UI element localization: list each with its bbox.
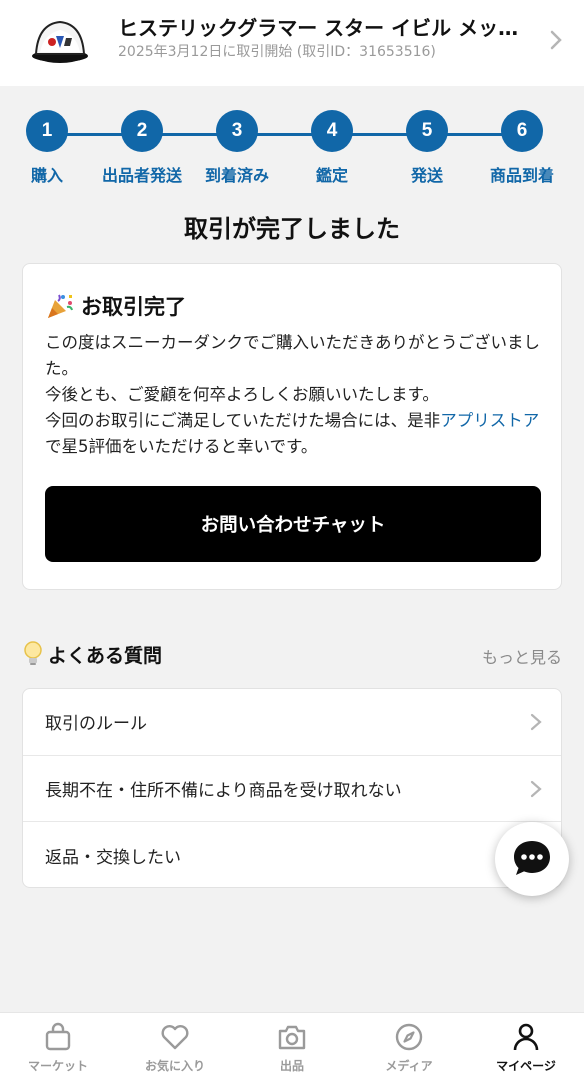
step-number: 4 (311, 110, 353, 152)
faq-title-group: よくある質問 (22, 640, 162, 668)
faq-item-label: 返品・交換したい (45, 847, 181, 868)
step-3: 3 到着済み (187, 110, 287, 186)
app-store-link[interactable]: アプリストア (440, 411, 539, 430)
nav-label: マイページ (496, 1059, 556, 1073)
step-number: 5 (406, 110, 448, 152)
card-message: この度はスニーカーダンクでご購入いただきありがとうございました。 今後とも、ご愛… (45, 330, 545, 460)
faq-title: よくある質問 (48, 644, 163, 667)
message-line-3: 今回のお取引にご満足していただけた場合には、是非アプリストアで星5評価をいただけ… (45, 408, 545, 460)
chevron-right-icon (530, 780, 542, 797)
step-label: 到着済み (204, 166, 269, 185)
bottom-navigation: マーケット お気に入り 出品 メディア マイページ (0, 1012, 584, 1080)
faq-list: 取引のルール 長期不在・住所不備により商品を受け取れない 返品・交換したい (22, 688, 562, 888)
step-label: 商品到着 (489, 166, 554, 185)
step-1: 1 購入 (0, 110, 97, 186)
heart-icon (161, 1025, 189, 1050)
step-number: 3 (216, 110, 258, 152)
faq-item-absence[interactable]: 長期不在・住所不備により商品を受け取れない (23, 756, 561, 822)
chevron-right-icon (530, 713, 542, 731)
step-number: 2 (121, 110, 163, 152)
step-5: 5 発送 (377, 110, 477, 186)
step-2: 2 出品者発送 (92, 110, 192, 186)
step-label: 購入 (30, 166, 63, 185)
faq-item-return[interactable]: 返品・交換したい (23, 822, 561, 887)
step-number: 6 (501, 110, 543, 152)
inquiry-chat-button[interactable]: お問い合わせチャット (45, 486, 541, 562)
product-thumbnail (32, 20, 88, 63)
faq-item-rules[interactable]: 取引のルール (23, 689, 561, 756)
see-more-link[interactable]: もっと見る (482, 644, 562, 668)
compass-icon (395, 1023, 423, 1051)
nav-market[interactable]: マーケット (8, 1021, 108, 1074)
person-icon (513, 1023, 539, 1051)
card-header: お取引完了 (45, 291, 186, 321)
chat-bubble-icon (514, 841, 550, 875)
chevron-right-icon (550, 30, 562, 50)
transaction-header[interactable]: ヒステリックグラマー スター イビル メッシ… 2025年3月12日に取引開始 … (0, 0, 584, 86)
step-label: 鑑定 (315, 166, 348, 185)
nav-label: 出品 (279, 1059, 304, 1073)
nav-favorites[interactable]: お気に入り (125, 1021, 225, 1074)
message-line-1: この度はスニーカーダンクでご購入いただきありがとうございました。 (45, 333, 540, 378)
transaction-info: 2025年3月12日に取引開始 (取引ID：31653516) (118, 44, 436, 60)
camera-icon (278, 1025, 306, 1050)
faq-item-label: 長期不在・住所不備により商品を受け取れない (45, 780, 402, 801)
completion-card: お取引完了 この度はスニーカーダンクでご購入いただきありがとうございました。 今… (22, 263, 562, 590)
message-line-2: 今後とも、ご愛顧を何卒よろしくお願いいたします。 (45, 385, 439, 404)
message-text: で星5評価をいただけると幸いです。 (45, 437, 318, 456)
progress-steps: 1 購入 2 出品者発送 3 到着済み 4 鑑定 5 発送 6 商品到着 (0, 110, 584, 190)
nav-label: お気に入り (144, 1059, 205, 1073)
lightbulb-icon (24, 641, 42, 665)
party-popper-icon (48, 294, 73, 318)
step-label: 出品者発送 (101, 166, 182, 185)
message-text: 今回のお取引にご満足していただけた場合には、是非 (45, 411, 441, 430)
step-6: 6 商品到着 (472, 110, 572, 186)
nav-media[interactable]: メディア (359, 1021, 459, 1074)
nav-label: メディア (385, 1059, 433, 1073)
chat-fab-button[interactable] (495, 822, 569, 896)
bag-icon (45, 1022, 71, 1051)
card-title: お取引完了 (81, 295, 186, 319)
step-label: 発送 (410, 166, 443, 185)
faq-header: よくある質問 もっと見る (22, 640, 562, 672)
nav-mypage[interactable]: マイページ (476, 1021, 576, 1074)
step-4: 4 鑑定 (282, 110, 382, 186)
product-title: ヒステリックグラマー スター イビル メッシ… (118, 16, 538, 40)
nav-listing[interactable]: 出品 (242, 1021, 342, 1074)
nav-label: マーケット (27, 1059, 88, 1073)
status-title: 取引が完了しました (184, 215, 400, 243)
step-number: 1 (26, 110, 68, 152)
faq-item-label: 取引のルール (45, 714, 147, 735)
